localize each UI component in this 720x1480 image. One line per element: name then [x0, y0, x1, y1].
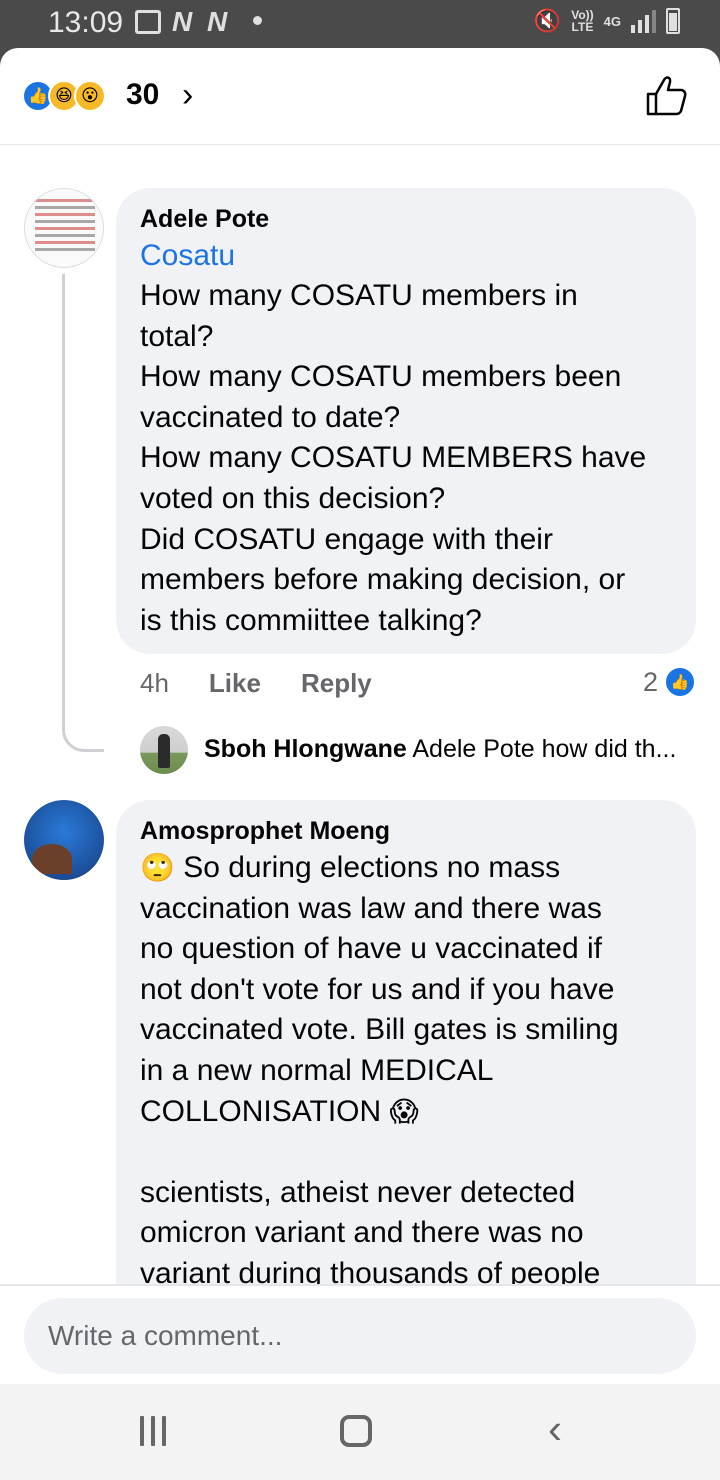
- status-right-icons: 🔇 Vo)) LTE 4G: [534, 8, 680, 34]
- reply-button[interactable]: Reply: [301, 668, 372, 699]
- volte-icon: Vo)) LTE: [571, 9, 593, 33]
- comment-actions: 4h Like Reply: [140, 668, 372, 699]
- chevron-right-icon[interactable]: ›: [182, 76, 193, 115]
- avatar[interactable]: [140, 726, 188, 774]
- like-button[interactable]: Like: [209, 668, 261, 699]
- reply-preview[interactable]: Sboh Hlongwane Adele Pote how did th...: [204, 735, 704, 764]
- n-icon: N: [172, 6, 193, 37]
- eye-roll-emoji: 🙄: [140, 852, 175, 883]
- avatar[interactable]: [24, 188, 104, 268]
- comment-author[interactable]: Amosprophet Moeng: [140, 814, 672, 848]
- mention-tag[interactable]: Cosatu: [140, 236, 672, 276]
- network-type: 4G: [603, 13, 621, 29]
- mute-icon: 🔇: [533, 8, 562, 33]
- comment-input[interactable]: Write a comment...: [24, 1298, 696, 1374]
- recent-apps-icon[interactable]: [140, 1416, 166, 1446]
- avatar-image: [35, 199, 95, 255]
- comment-reaction-summary[interactable]: 2 👍: [643, 666, 696, 698]
- back-icon[interactable]: ‹: [548, 1408, 562, 1450]
- comment-text-main: So during elections no mass vaccination …: [140, 851, 619, 1128]
- reaction-count[interactable]: 30: [126, 78, 159, 112]
- reply-text: Adele Pote how did th...: [412, 735, 677, 763]
- home-icon[interactable]: [340, 1415, 372, 1447]
- comment-text: How many COSATU members in total? How ma…: [140, 279, 647, 637]
- comments-sheet: 👍 😆 😮 30 › Adele Pote Cosatu How many CO…: [0, 48, 720, 1384]
- system-nav-bar: ‹: [0, 1384, 720, 1480]
- comment-text: 🙄 So during elections no mass vaccinatio…: [140, 848, 672, 1295]
- comment-author[interactable]: Adele Pote: [140, 202, 672, 236]
- scream-emoji: 😱: [389, 1095, 419, 1127]
- n-icon: N: [207, 6, 228, 37]
- reaction-icons: 👍 😆 😮: [22, 80, 106, 112]
- reactions-header[interactable]: 👍 😆 😮 30 ›: [0, 48, 720, 145]
- status-time: 13:09: [48, 6, 124, 39]
- comment-time: 4h: [140, 668, 169, 698]
- lte-label: LTE: [571, 20, 594, 34]
- status-bar: 13:09 N N 🔇 Vo)) LTE 4G: [0, 0, 720, 48]
- wow-icon: 😮: [74, 80, 106, 112]
- signal-icon: [631, 9, 656, 33]
- comment-reaction-count: 2: [642, 666, 658, 697]
- comment-composer: Write a comment...: [0, 1284, 720, 1384]
- comment-text-continued: scientists, atheist never detected omicr…: [140, 1175, 601, 1290]
- comment-bubble[interactable]: Adele Pote Cosatu How many COSATU member…: [116, 188, 696, 654]
- image-icon: [135, 10, 161, 34]
- like-icon: 👍: [664, 666, 696, 698]
- avatar[interactable]: [24, 800, 104, 880]
- dot-icon: [253, 16, 262, 25]
- thumbs-up-icon[interactable]: [644, 74, 688, 118]
- reply-author: Sboh Hlongwane: [204, 735, 407, 763]
- avatar-image: [32, 844, 72, 874]
- battery-icon: [666, 8, 680, 34]
- thread-line: [62, 274, 104, 752]
- avatar-image: [158, 734, 170, 768]
